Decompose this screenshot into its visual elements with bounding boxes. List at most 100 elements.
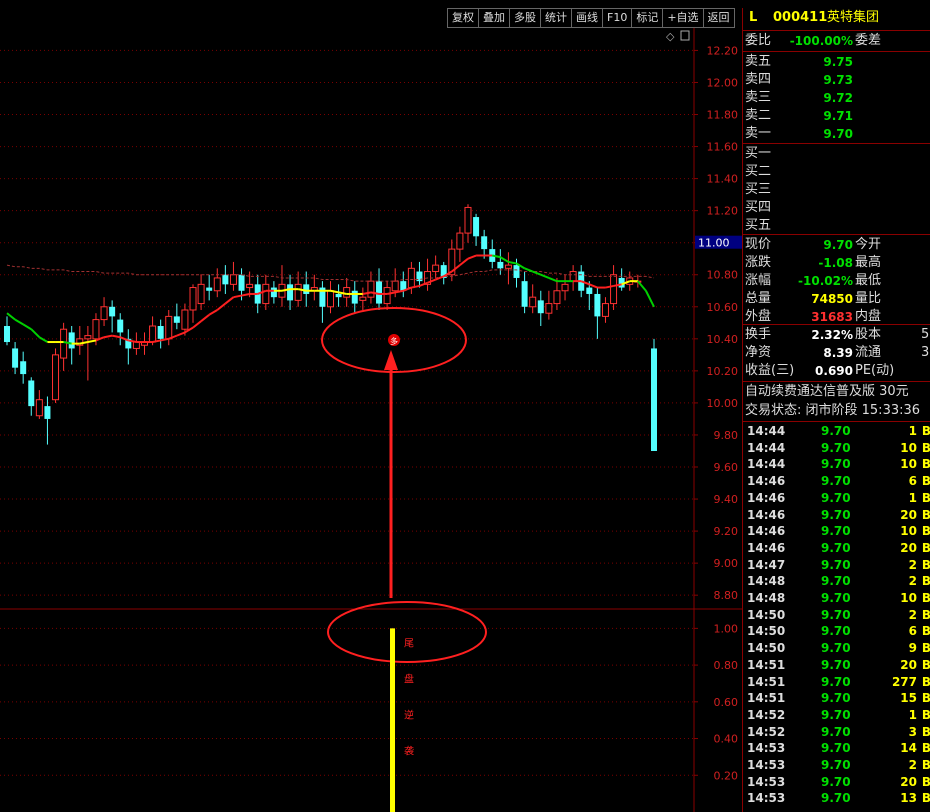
tick-time: 14:46 xyxy=(747,474,786,489)
price-tick-label: 12.20 xyxy=(707,44,739,57)
tick-row: 14:46 9.70 20 B xyxy=(743,540,930,557)
tick-volume: 1 xyxy=(908,490,917,505)
candle xyxy=(157,319,164,349)
candle-body xyxy=(464,206,472,234)
short-ma-segment xyxy=(224,296,235,305)
divider xyxy=(743,30,930,31)
draw-line-button[interactable]: 画线 xyxy=(571,8,602,28)
candle-body xyxy=(287,284,294,301)
candle-body xyxy=(351,290,358,304)
add-watchlist-button[interactable]: +自选 xyxy=(662,8,703,28)
short-ma-segment xyxy=(588,283,598,289)
divider xyxy=(743,51,930,52)
tick-row: 14:46 9.70 10 B xyxy=(743,523,930,540)
fundamental-row: 净资 8.39 流通 3 xyxy=(743,344,930,362)
tick-row: 14:44 9.70 1 B xyxy=(743,423,930,440)
tick-time: 14:51 xyxy=(747,657,786,672)
annotation-arrow-head xyxy=(384,350,398,370)
tick-price: 9.70 xyxy=(821,507,851,522)
candle-body xyxy=(173,316,180,323)
ask-row: 卖五 9.75 xyxy=(743,53,930,71)
candle xyxy=(464,204,472,243)
fuquan-button[interactable]: 复权 xyxy=(447,8,478,28)
candle-body xyxy=(601,303,609,317)
candle-body xyxy=(569,271,577,282)
candle xyxy=(109,300,116,333)
candle-body xyxy=(359,296,367,301)
candle xyxy=(367,271,375,304)
price-tick-label: 10.60 xyxy=(707,301,739,314)
fundamental-value: 2.32% xyxy=(811,328,853,342)
tick-time: 14:44 xyxy=(747,457,786,472)
bid-label: 买四 xyxy=(745,200,772,215)
ask-row: 卖三 9.72 xyxy=(743,89,930,107)
kline-chart[interactable]: ◇ 12.20 12.00 11.80 11.60 11.40 11.20 11.00 10.8… xyxy=(0,28,742,812)
candle xyxy=(84,326,92,381)
fundamental-label-2: 流通 xyxy=(855,345,882,360)
candle-body xyxy=(303,284,310,294)
kline-chart-canvas[interactable]: ◇ 12.20 12.00 11.80 11.60 11.40 11.20 11.00 10.8… xyxy=(0,28,742,812)
tick-volume: 20 xyxy=(900,774,917,789)
stock-name: 英特集团 xyxy=(827,10,880,25)
tick-row: 14:46 9.70 20 B xyxy=(743,507,930,524)
candle-body xyxy=(610,274,618,305)
candle-body xyxy=(545,303,553,314)
candle-body xyxy=(335,293,342,298)
fundamental-row: 换手 2.32% 股本 5 xyxy=(743,326,930,344)
candle-body xyxy=(100,306,108,321)
ad-banner[interactable]: 自动续费通达信普及版 30元 xyxy=(743,383,930,401)
fundamental-value: 8.39 xyxy=(823,346,853,360)
tick-volume: 9 xyxy=(908,641,917,656)
ask-price: 9.73 xyxy=(823,73,853,87)
stat-value: 74850 xyxy=(811,292,853,306)
weibi-label: 委比 xyxy=(745,33,772,48)
fundamental-label: 换手 xyxy=(745,327,772,342)
tick-price: 9.70 xyxy=(821,440,851,455)
tick-price: 9.70 xyxy=(821,557,851,572)
candle xyxy=(610,265,618,310)
divider xyxy=(743,421,930,422)
tick-volume: 20 xyxy=(900,540,917,555)
tick-direction-flag: B xyxy=(921,657,930,672)
candle xyxy=(125,329,132,365)
candle xyxy=(303,271,310,307)
candle-body xyxy=(157,326,164,339)
candle-body xyxy=(4,326,10,343)
candle-body xyxy=(165,315,173,340)
fundamental-label-2: PE(动) xyxy=(855,363,895,378)
candle xyxy=(416,261,423,288)
trade-status: 交易状态: 闭市阶段 15:33:36 xyxy=(743,402,930,420)
statistics-button[interactable]: 统计 xyxy=(540,8,571,28)
candle xyxy=(229,261,237,291)
f10-button[interactable]: F10 xyxy=(602,8,632,28)
stat-label: 涨幅 xyxy=(745,273,772,288)
candle xyxy=(44,396,51,445)
candle xyxy=(504,252,512,285)
multi-stock-button[interactable]: 多股 xyxy=(509,8,540,28)
tick-price: 9.70 xyxy=(821,657,851,672)
price-tick-label: 12.00 xyxy=(707,76,739,89)
current-price-label: 11.00 xyxy=(698,237,730,250)
candle xyxy=(35,390,43,419)
candle xyxy=(400,271,407,298)
overlay-button[interactable]: 叠加 xyxy=(478,8,509,28)
back-button[interactable]: 返回 xyxy=(702,8,735,28)
weibi-row: 委比 -100.00% 委差 xyxy=(743,32,930,50)
stat-label: 现价 xyxy=(745,237,772,252)
tick-time: 14:50 xyxy=(747,641,786,656)
candle-body xyxy=(197,283,205,305)
tick-direction-flag: B xyxy=(921,607,930,622)
candle xyxy=(222,265,229,294)
tick-row: 14:46 9.70 1 B xyxy=(743,490,930,507)
tick-price: 9.70 xyxy=(821,607,851,622)
fundamental-trail: 3 xyxy=(921,345,930,360)
mark-button[interactable]: 标记 xyxy=(631,8,663,28)
candle xyxy=(20,351,27,384)
ask-price: 9.71 xyxy=(823,109,853,123)
short-ma-segment xyxy=(637,280,647,292)
stat-value: -1.08 xyxy=(818,256,853,270)
tick-time: 14:44 xyxy=(747,440,786,455)
candle-body xyxy=(246,283,254,289)
quote-panel: L 000411 英特集团 委比 -100.00% 委差 卖五 9.75 卖四 9.7… xyxy=(742,8,930,812)
candle-body xyxy=(12,348,19,368)
